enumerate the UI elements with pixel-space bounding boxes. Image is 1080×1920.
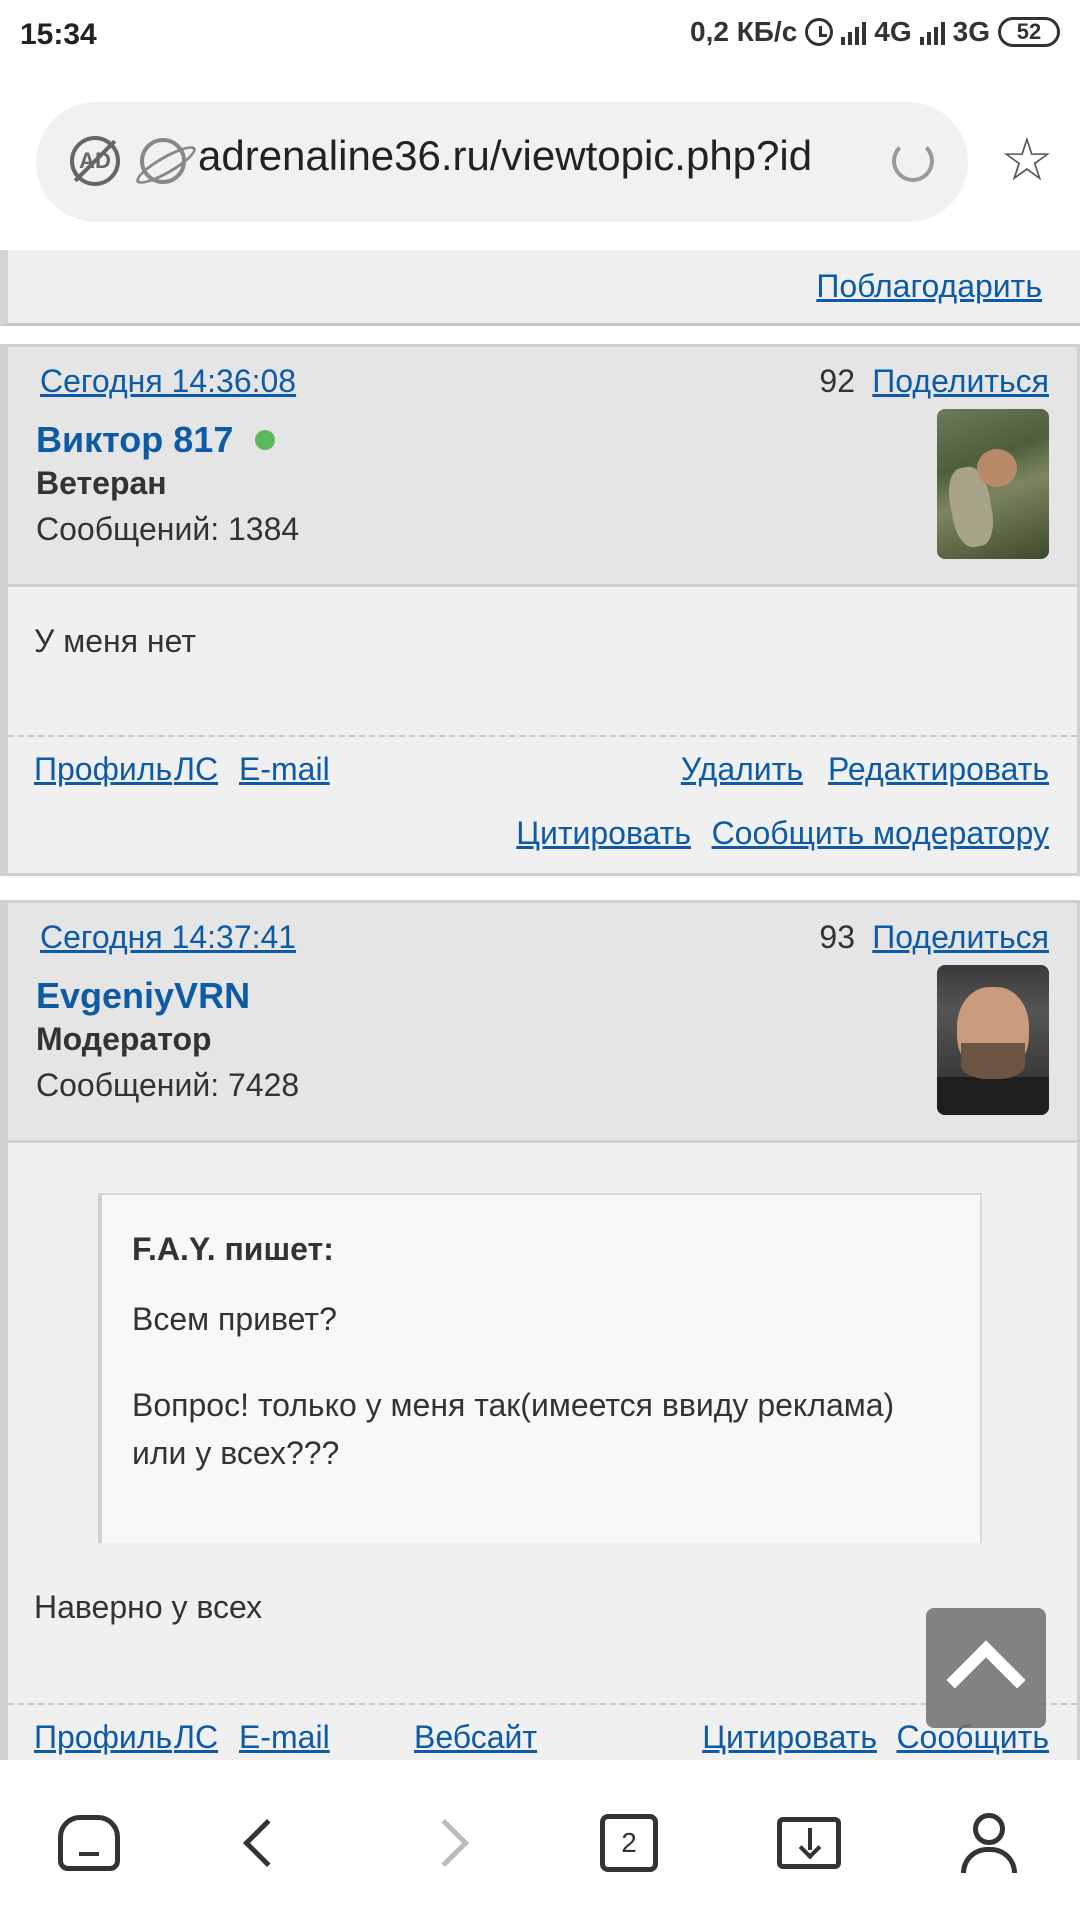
browser-bottom-bar: 2: [0, 1760, 1080, 1920]
downloads-button[interactable]: [764, 1798, 854, 1888]
forum-post: Сегодня 14:36:08 92 Поделиться Виктор 81…: [0, 344, 1080, 876]
post-date-link[interactable]: Сегодня 14:36:08: [40, 363, 296, 400]
tabs-count: 2: [600, 1814, 658, 1872]
author-message-count: Сообщений: 7428: [36, 1067, 300, 1103]
reload-icon[interactable]: [892, 140, 934, 182]
site-globe-icon: [140, 138, 186, 184]
pm-link[interactable]: ЛС: [174, 1719, 218, 1756]
post-text: У меня нет: [34, 623, 196, 659]
avatar-face-shape: [977, 449, 1017, 487]
home-icon: [58, 1815, 120, 1871]
battery-icon: 52: [998, 17, 1060, 47]
status-indicators: 0,2 КБ/с 4G 3G 52: [690, 16, 1060, 48]
network-type-1: 4G: [874, 16, 912, 47]
quote-author: F.A.Y. пишет:: [132, 1231, 334, 1267]
post-text: Наверно у всех: [34, 1589, 263, 1625]
author-rank: Модератор: [36, 1021, 212, 1057]
forward-arrow-icon: [420, 1818, 470, 1868]
previous-post-footer: Поблагодарить: [0, 250, 1080, 326]
user-profile-icon: [959, 1813, 1019, 1873]
post-number: 93: [819, 919, 855, 955]
home-button[interactable]: [44, 1798, 134, 1888]
bookmark-star-icon[interactable]: ☆: [1000, 130, 1054, 190]
avatar[interactable]: [937, 409, 1049, 559]
profile-link[interactable]: Профиль: [34, 751, 172, 788]
tabs-button[interactable]: 2: [584, 1798, 674, 1888]
address-bar[interactable]: AD adrenaline36.ru/viewtopic.php?id: [36, 102, 968, 222]
author-name-text[interactable]: Виктор 817: [36, 419, 233, 461]
profile-link[interactable]: Профиль: [34, 1719, 172, 1756]
post-date-link[interactable]: Сегодня 14:37:41: [40, 919, 296, 956]
thanks-link[interactable]: Поблагодарить: [816, 268, 1042, 305]
avatar-beard-shape: [961, 1043, 1025, 1079]
quote-text-line: Всем привет?: [132, 1301, 337, 1337]
url-text[interactable]: adrenaline36.ru/viewtopic.php?id: [198, 132, 812, 180]
author-message-count: Сообщений: 1384: [36, 511, 300, 547]
forward-button[interactable]: [400, 1798, 490, 1888]
scroll-to-top-button[interactable]: [926, 1608, 1046, 1728]
email-link[interactable]: E-mail: [239, 751, 330, 788]
avatar[interactable]: [937, 965, 1049, 1115]
browser-page: 15:34 0,2 КБ/с 4G 3G 52 AD adrenaline36.…: [0, 0, 1080, 1920]
post-actions: Профиль ЛС E-mail Удалить Редактировать …: [8, 735, 1077, 873]
post-body: F.A.Y. пишет: Всем привет? Вопрос! тольк…: [8, 1143, 1077, 1703]
post-header: Сегодня 14:37:41 93 Поделиться EvgeniyVR…: [8, 903, 1077, 1143]
status-bar: 15:34 0,2 КБ/с 4G 3G 52: [0, 0, 1080, 74]
post-number: 92: [819, 363, 855, 399]
adblock-icon[interactable]: AD: [70, 136, 120, 186]
author-rank: Ветеран: [36, 465, 167, 501]
post-actions: Профиль ЛС E-mail Вебсайт Цитировать Соо…: [8, 1703, 1077, 1760]
website-link[interactable]: Вебсайт: [414, 1719, 537, 1756]
status-time: 15:34: [20, 18, 97, 51]
email-link[interactable]: E-mail: [239, 1719, 330, 1756]
network-speed: 0,2 КБ/с: [690, 16, 798, 47]
delete-link[interactable]: Удалить: [681, 751, 803, 788]
signal-icon-2: [919, 19, 945, 45]
account-button[interactable]: [944, 1798, 1034, 1888]
quote-link[interactable]: Цитировать: [516, 815, 691, 852]
post-body: У меня нет: [8, 587, 1077, 735]
edit-link[interactable]: Редактировать: [828, 751, 1049, 788]
network-type-2: 3G: [952, 16, 990, 47]
author-name[interactable]: EvgeniyVRN: [36, 975, 250, 1017]
share-link[interactable]: Поделиться: [872, 919, 1049, 956]
alarm-icon: [805, 18, 834, 46]
share-link[interactable]: Поделиться: [872, 363, 1049, 400]
author-name[interactable]: Виктор 817: [36, 419, 276, 461]
report-link[interactable]: Сообщить модератору: [712, 815, 1049, 852]
author-name-text[interactable]: EvgeniyVRN: [36, 975, 250, 1017]
signal-icon: [841, 19, 867, 45]
downloads-folder-icon: [777, 1817, 841, 1869]
quote-link[interactable]: Цитировать: [702, 1719, 877, 1756]
quote-text-line: Вопрос! только у меня так(имеется ввиду …: [132, 1387, 895, 1471]
back-button[interactable]: [222, 1798, 312, 1888]
online-status-icon: [255, 430, 276, 450]
quote-box: F.A.Y. пишет: Всем привет? Вопрос! тольк…: [98, 1193, 982, 1543]
back-arrow-icon: [242, 1818, 292, 1868]
forum-post: Сегодня 14:37:41 93 Поделиться EvgeniyVR…: [0, 900, 1080, 1760]
avatar-shirt-shape: [937, 1077, 1049, 1115]
post-header: Сегодня 14:36:08 92 Поделиться Виктор 81…: [8, 347, 1077, 587]
pm-link[interactable]: ЛС: [174, 751, 218, 788]
forum-content: Поблагодарить Сегодня 14:36:08 92 Подели…: [0, 250, 1080, 1760]
